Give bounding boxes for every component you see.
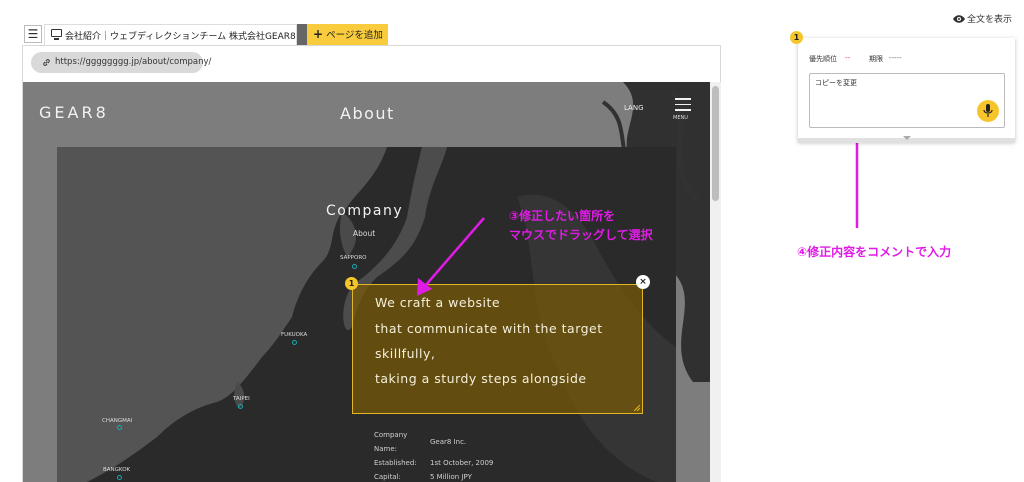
annotation-step3-line1: ③修正したい箇所を <box>509 209 616 223</box>
info-label: Established: <box>374 459 417 467</box>
show-all-label: 全文を表示 <box>967 15 1013 25</box>
city-label: CHANGMAI <box>102 418 133 424</box>
comment-number-badge: 1 <box>790 31 803 44</box>
info-label: Name: <box>374 445 398 453</box>
info-label: Company <box>374 431 408 439</box>
link-icon <box>43 59 50 66</box>
selection-line: taking a sturdy steps alongside <box>375 371 587 386</box>
city-marker <box>292 340 297 345</box>
section-title: Company <box>326 203 404 219</box>
selection-number-badge: 1 <box>345 277 358 290</box>
chevron-down-icon[interactable] <box>903 136 911 140</box>
monitor-icon <box>51 29 62 40</box>
scrollbar-thumb[interactable] <box>712 86 719 201</box>
mic-button[interactable] <box>977 100 999 122</box>
city-marker <box>117 425 122 430</box>
tab-divider <box>297 24 307 45</box>
comment-text: コピーを変更 <box>815 79 857 87</box>
close-icon[interactable]: × <box>636 275 650 289</box>
eye-icon <box>953 15 965 23</box>
selection-line: skillfully, <box>375 346 436 361</box>
selection-line: We craft a website <box>375 295 501 310</box>
show-all-button[interactable]: 全文を表示 <box>953 12 1012 25</box>
microphone-icon <box>983 104 993 117</box>
selection-line: that communicate with the target <box>375 321 603 336</box>
text-selection[interactable]: We craft a website that communicate with… <box>352 284 643 414</box>
city-marker <box>352 264 357 269</box>
menu-button[interactable]: ☰ <box>24 25 42 43</box>
city-label: BANGKOK <box>103 467 131 473</box>
section-subtitle: About <box>353 229 376 238</box>
annotation-step3-line2: マウスでドラッグして選択 <box>509 228 653 242</box>
info-label: Capital: <box>374 473 401 481</box>
priority-select[interactable]: -- <box>845 54 850 62</box>
url-bar[interactable]: https://gggggggg.jp/about/company/ <box>31 52 211 73</box>
site-logo[interactable]: GEAR8 <box>39 103 109 122</box>
hamburger-icon[interactable] <box>675 98 691 115</box>
info-value: 1st October, 2009 <box>430 459 494 467</box>
menu-label: MENU <box>673 115 688 121</box>
city-label: TAIPEI <box>233 396 250 402</box>
site-header-title: About <box>340 104 395 123</box>
info-value: 5 Million JPY <box>430 473 472 481</box>
deadline-select[interactable]: ----- <box>889 54 902 62</box>
priority-label: 優先順位 <box>809 55 837 63</box>
resize-handle-icon[interactable] <box>634 405 640 411</box>
add-page-label: ページを追加 <box>326 30 383 41</box>
annotation-step4: ④修正内容をコメントで入力 <box>797 245 952 259</box>
city-marker <box>238 404 243 409</box>
city-marker <box>117 475 122 480</box>
deadline-label: 期限 <box>869 55 883 63</box>
tab-title: 会社紹介｜ウェブディレクションチーム 株式会社GEAR8 <box>65 32 296 42</box>
plus-icon: + <box>313 27 324 41</box>
add-page-button[interactable]: + ページを追加 <box>307 24 388 45</box>
city-label: FUKUOKA <box>281 332 308 338</box>
info-value: Gear8 Inc. <box>430 438 467 446</box>
url-text: https://gggggggg.jp/about/company/ <box>55 57 212 67</box>
lang-switch[interactable]: LANG <box>624 104 644 112</box>
tab-page[interactable]: 会社紹介｜ウェブディレクションチーム 株式会社GEAR8 <box>44 24 297 45</box>
city-label: SAPPORO <box>340 255 367 261</box>
